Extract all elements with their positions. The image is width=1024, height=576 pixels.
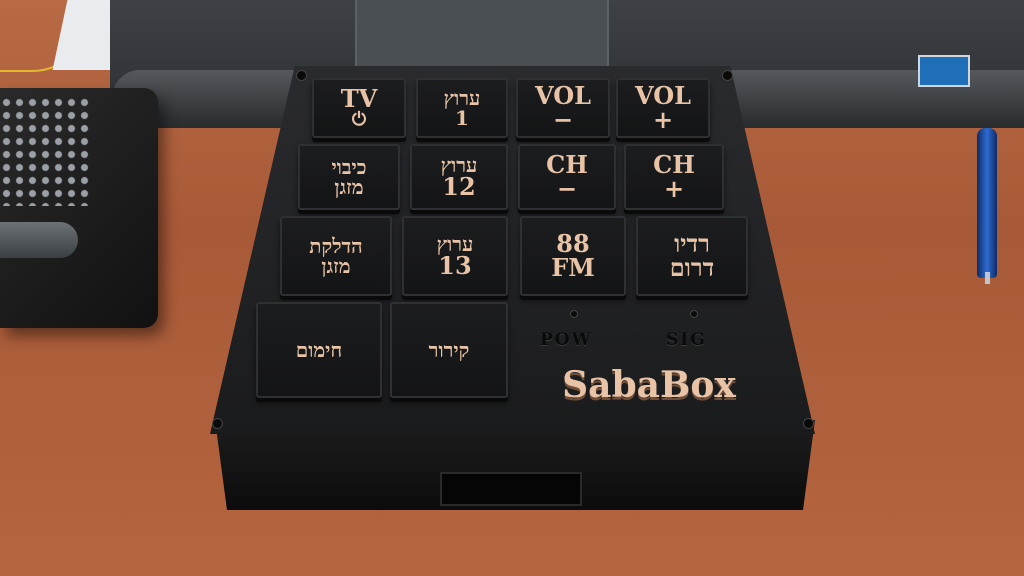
pen (977, 128, 997, 278)
key-channel-12[interactable]: ערוץ 12 (410, 144, 508, 210)
power-led (570, 310, 578, 318)
key-label: + (652, 105, 674, 134)
screw (803, 418, 814, 429)
key-radio-darom[interactable]: רדיו דרום (636, 216, 748, 296)
key-label: − (556, 174, 578, 203)
key-ac-off[interactable]: כיבוי מזגן (298, 144, 400, 210)
screw (722, 70, 733, 81)
key-label: 1 (455, 106, 469, 130)
key-label: קירור (428, 338, 470, 362)
key-tv-power[interactable]: TV ⏻ (312, 78, 406, 138)
key-label: מזגן (334, 175, 364, 199)
laptop-trackpad (355, 0, 609, 72)
screwdriver-handle (0, 222, 78, 258)
key-ac-on[interactable]: הדלקת מזגן (280, 216, 392, 296)
key-label: 12 (442, 172, 476, 201)
key-ch-up[interactable]: CH + (624, 144, 724, 210)
key-cooling[interactable]: קירור (390, 302, 508, 398)
key-label: FM (551, 253, 595, 282)
usb-port (440, 472, 582, 506)
screwdriver-bits (0, 96, 90, 206)
key-label: הדלקת (309, 234, 363, 258)
key-label: 13 (438, 251, 472, 280)
key-label: דרום (669, 253, 715, 282)
signal-led (690, 310, 698, 318)
key-label: − (552, 105, 574, 134)
power-icon: ⏻ (351, 109, 367, 130)
brand-logo: SabaBox (562, 364, 736, 406)
key-label: ערוץ (443, 86, 481, 110)
sig-label: SIG (666, 330, 707, 350)
key-radio-88fm[interactable]: 88 FM (520, 216, 626, 296)
key-vol-down[interactable]: VOL − (516, 78, 610, 138)
key-channel-1[interactable]: ערוץ 1 (416, 78, 508, 138)
screw (296, 70, 307, 81)
key-label: מזגן (321, 254, 351, 278)
key-label: TV (340, 84, 378, 113)
key-label: חימום (295, 338, 343, 362)
key-label: + (663, 174, 685, 203)
key-vol-up[interactable]: VOL + (616, 78, 710, 138)
key-label: כיבוי (331, 155, 367, 179)
pow-label: POW (540, 330, 593, 350)
laptop-sticker (918, 55, 970, 87)
key-channel-13[interactable]: ערוץ 13 (402, 216, 508, 296)
screw (212, 418, 223, 429)
key-heating[interactable]: חימום (256, 302, 382, 398)
photo-scene: TV ⏻ ערוץ 1 VOL − VOL + כיבוי מזגן ערוץ … (0, 0, 1024, 576)
pen-tip (985, 272, 990, 284)
key-ch-down[interactable]: CH − (518, 144, 616, 210)
